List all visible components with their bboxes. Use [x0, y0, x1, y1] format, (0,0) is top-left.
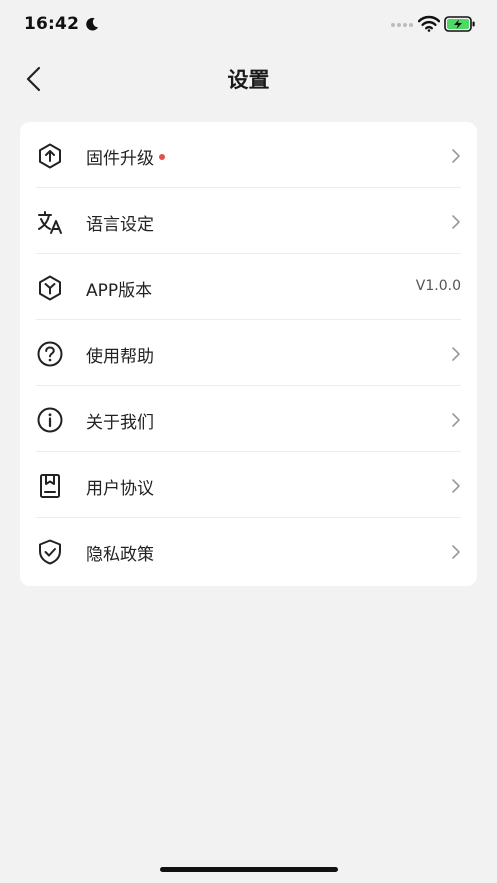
cube-icon — [39, 275, 61, 301]
settings-list: 固件升级 语言设定 APP版本 V1.0.0 使用帮助 关于我们 用户协议 隐私… — [20, 122, 477, 586]
chevron-right-icon — [452, 545, 460, 559]
upload-circle-icon — [39, 143, 61, 169]
settings-item-label: 语言设定 — [86, 215, 154, 235]
wifi-icon — [418, 15, 440, 32]
chevron-right-icon — [452, 413, 460, 427]
chevron-right-icon — [452, 215, 460, 229]
update-badge — [159, 154, 165, 160]
settings-item-label: APP版本 — [86, 281, 153, 301]
settings-item-app-version: APP版本 V1.0.0 — [20, 254, 477, 320]
help-circle-icon — [37, 341, 63, 367]
page-title: 设置 — [227, 68, 270, 92]
app-version-value: V1.0.0 — [415, 278, 461, 294]
home-indicator[interactable] — [160, 867, 338, 872]
navigation-bar: 设置 — [0, 50, 497, 108]
shield-check-icon — [39, 539, 61, 565]
settings-item-language[interactable]: 语言设定 — [20, 188, 477, 254]
settings-item-help[interactable]: 使用帮助 — [20, 320, 477, 386]
settings-item-firmware-upgrade[interactable]: 固件升级 — [20, 122, 477, 188]
chevron-right-icon — [452, 479, 460, 493]
settings-item-label: 关于我们 — [86, 413, 154, 433]
battery-charging-icon — [444, 16, 475, 32]
chevron-right-icon — [452, 347, 460, 361]
settings-item-label: 固件升级 — [86, 144, 165, 169]
settings-item-privacy-policy[interactable]: 隐私政策 — [20, 518, 477, 584]
translate-icon — [38, 211, 62, 234]
settings-item-label: 用户协议 — [86, 479, 154, 499]
status-time: 16:42 — [24, 14, 80, 34]
info-circle-icon — [37, 407, 63, 433]
status-bar: 16:42 — [0, 0, 497, 48]
settings-item-label: 使用帮助 — [86, 347, 154, 367]
settings-item-label: 隐私政策 — [86, 545, 154, 565]
moon-icon — [86, 17, 98, 31]
settings-item-about-us[interactable]: 关于我们 — [20, 386, 477, 452]
cellular-signal-icon — [391, 23, 413, 27]
chevron-right-icon — [452, 149, 460, 163]
document-icon — [40, 474, 60, 498]
settings-item-user-agreement[interactable]: 用户协议 — [20, 452, 477, 518]
